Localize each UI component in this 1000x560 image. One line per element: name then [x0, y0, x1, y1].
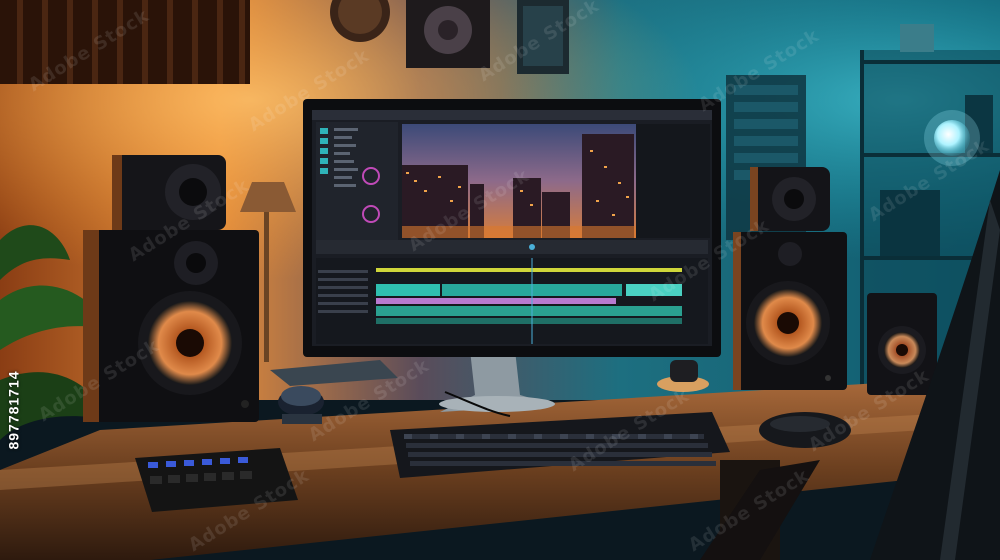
speaker-icon	[112, 155, 226, 230]
studio-desk-photo: Adobe Stock Adobe Stock Adobe Stock Adob…	[0, 0, 1000, 560]
speaker-icon	[867, 293, 937, 395]
acoustic-panel	[0, 0, 250, 84]
wall-picture-frame	[406, 0, 490, 68]
wall-poster	[517, 0, 569, 74]
mouse-icon	[759, 412, 851, 448]
speaker-icon	[750, 167, 830, 231]
stock-id-text: 897781714	[6, 370, 23, 450]
scene-illustration	[0, 0, 1000, 560]
smart-speaker	[278, 386, 324, 424]
speaker-icon	[83, 230, 259, 422]
stock-id-label: 897781714	[2, 345, 26, 475]
globe-lamp-icon	[924, 110, 980, 166]
speaker-icon	[733, 232, 847, 390]
